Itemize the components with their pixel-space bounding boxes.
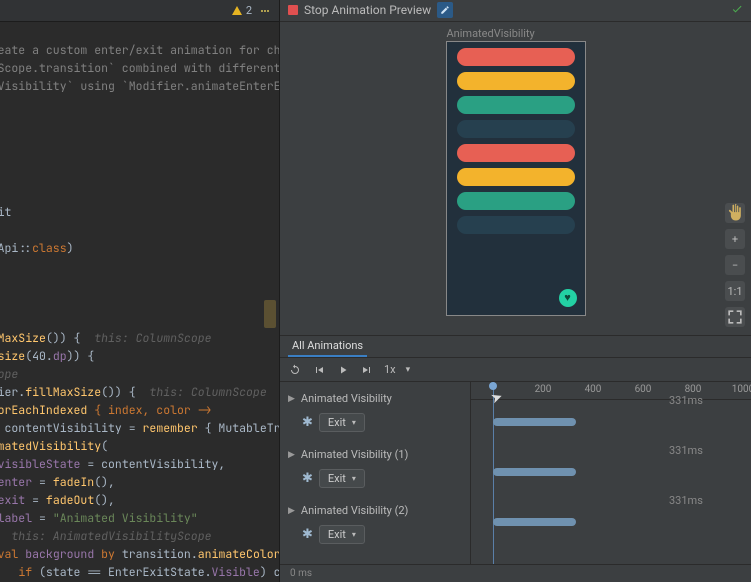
chevron-right-icon: ▶ <box>288 450 295 460</box>
code-text[interactable]: o create a custom enter/exit animation f… <box>0 24 280 582</box>
pan-tool-button[interactable] <box>725 203 745 223</box>
state-select[interactable]: Exit▾ <box>319 525 365 544</box>
warning-icon <box>232 6 242 15</box>
time-position-label: 0 ms <box>290 568 312 579</box>
preview-bar <box>457 216 575 234</box>
device-frame: AnimatedVisibility ♥ <box>446 41 586 316</box>
preview-bar <box>457 72 575 90</box>
tab-all-animations[interactable]: All Animations <box>288 336 367 357</box>
preview-header: Stop Animation Preview <box>280 0 751 22</box>
state-select[interactable]: Exit▾ <box>319 469 365 488</box>
track-header[interactable]: ▶ Animated Visibility (1) <box>288 448 462 461</box>
zoom-in-button[interactable]: + <box>725 229 745 249</box>
tick-label: 200 <box>535 384 552 395</box>
track-list: ▶ Animated Visibility ✱ Exit▾ ▶ Animated… <box>280 382 470 564</box>
animation-bar[interactable] <box>493 468 576 476</box>
speed-label[interactable]: 1x <box>384 363 396 376</box>
edit-button[interactable] <box>437 2 453 18</box>
loop-button[interactable] <box>288 363 302 377</box>
animation-inspector: All Animations 1x ▾ ▶ Animated Visibility… <box>280 335 751 582</box>
animation-bar[interactable] <box>493 518 576 526</box>
preview-canvas[interactable]: AnimatedVisibility ♥ + − 1:1 <box>280 22 751 335</box>
zoom-out-button[interactable]: − <box>725 255 745 275</box>
preview-bar <box>457 120 575 138</box>
code-editor-pane: 2 o create a custom enter/exit animation… <box>0 0 280 582</box>
transport-bar: 1x ▾ <box>280 358 751 382</box>
status-ok-icon <box>731 3 743 18</box>
tick-label: 600 <box>635 384 652 395</box>
freeze-icon[interactable]: ✱ <box>302 415 313 430</box>
preview-bar <box>457 48 575 66</box>
hand-icon <box>725 203 745 223</box>
play-button[interactable] <box>336 363 350 377</box>
preview-pane: Stop Animation Preview AnimatedVisibilit… <box>280 0 751 582</box>
track-header[interactable]: ▶ Animated Visibility <box>288 392 462 405</box>
preview-tools: + − 1:1 <box>725 203 745 327</box>
chevron-down-icon: ▾ <box>406 365 411 375</box>
chevron-down-icon: ▾ <box>352 418 356 427</box>
zoom-fit-button[interactable] <box>725 307 745 327</box>
duration-label: 331ms <box>669 394 703 407</box>
duration-label: 331ms <box>669 444 703 457</box>
fit-icon <box>725 307 745 327</box>
chevron-right-icon: ▶ <box>288 506 295 516</box>
fab-heart: ♥ <box>559 289 577 307</box>
chevron-down-icon: ▾ <box>352 530 356 539</box>
chevron-down-icon: ▾ <box>352 474 356 483</box>
state-select[interactable]: Exit▾ <box>319 413 365 432</box>
timeline-ruler[interactable]: 200 400 600 800 1000 <box>471 382 751 400</box>
warning-count: 2 <box>246 4 252 17</box>
track-header[interactable]: ▶ Animated Visibility (2) <box>288 504 462 517</box>
freeze-icon[interactable]: ✱ <box>302 527 313 542</box>
freeze-icon[interactable]: ✱ <box>302 471 313 486</box>
preview-bar <box>457 96 575 114</box>
preview-bar <box>457 168 575 186</box>
chevron-right-icon: ▶ <box>288 394 295 404</box>
stop-icon[interactable] <box>288 5 298 15</box>
step-back-button[interactable] <box>312 363 326 377</box>
animation-tabs: All Animations <box>280 336 751 358</box>
wavy-line-icon <box>261 10 269 12</box>
editor-status-bar: 2 <box>0 0 279 22</box>
pencil-icon <box>440 5 450 15</box>
zoom-1-1-button[interactable]: 1:1 <box>725 281 745 301</box>
animation-bar[interactable] <box>493 418 576 426</box>
duration-label: 331ms <box>669 494 703 507</box>
preview-bar <box>457 144 575 162</box>
step-forward-button[interactable] <box>360 363 374 377</box>
preview-bar <box>457 192 575 210</box>
tick-label: 400 <box>585 384 602 395</box>
timeline-footer: 0 ms <box>280 564 751 582</box>
tracks-area: ▶ Animated Visibility ✱ Exit▾ ▶ Animated… <box>280 382 751 564</box>
timeline[interactable]: 200 400 600 800 1000 ➤ 331ms 331ms 331ms <box>470 382 751 564</box>
tick-label: 1000 <box>732 384 751 395</box>
preview-title[interactable]: Stop Animation Preview <box>304 3 431 17</box>
device-label: AnimatedVisibility <box>447 27 535 40</box>
